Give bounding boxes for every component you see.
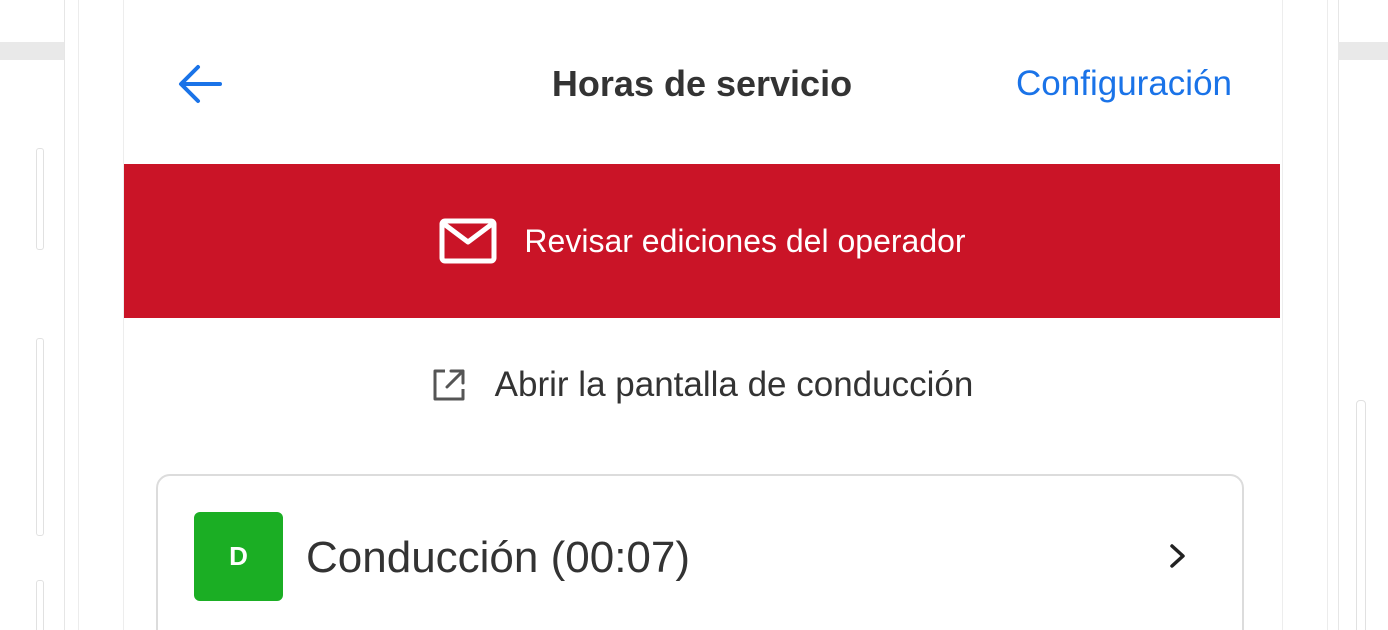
chevron-right-icon bbox=[1166, 538, 1190, 574]
open-driving-screen-label: Abrir la pantalla de conducción bbox=[494, 365, 974, 404]
device-side-button bbox=[1356, 400, 1366, 630]
duty-status-card[interactable]: D Conducción (00:07) bbox=[156, 474, 1244, 630]
device-frame-band-right bbox=[1338, 42, 1388, 60]
arrow-left-icon bbox=[179, 65, 222, 103]
open-driving-screen-link[interactable]: Abrir la pantalla de conducción bbox=[124, 360, 1280, 410]
settings-link[interactable]: Configuración bbox=[1016, 62, 1232, 106]
review-driver-edits-banner[interactable]: Revisar ediciones del operador bbox=[124, 164, 1280, 318]
device-side-button bbox=[36, 148, 44, 250]
duty-status-label: Conducción (00:07) bbox=[306, 533, 691, 582]
external-link-icon bbox=[431, 367, 467, 403]
back-button[interactable] bbox=[174, 62, 226, 106]
app-screen: Horas de servicio Configuración Revisar … bbox=[124, 0, 1280, 630]
banner-label: Revisar ediciones del operador bbox=[524, 223, 966, 259]
device-side-button bbox=[36, 580, 44, 630]
device-frame-left bbox=[0, 0, 65, 630]
status-badge: D bbox=[194, 512, 283, 601]
device-side-button bbox=[36, 338, 44, 536]
device-bezel-right bbox=[1282, 0, 1328, 630]
device-bezel-left bbox=[78, 0, 124, 630]
header-bar: Horas de servicio Configuración bbox=[124, 0, 1280, 164]
device-frame-band-left bbox=[0, 42, 64, 60]
envelope-icon bbox=[438, 217, 498, 265]
app-viewport: Horas de servicio Configuración Revisar … bbox=[0, 0, 1388, 630]
